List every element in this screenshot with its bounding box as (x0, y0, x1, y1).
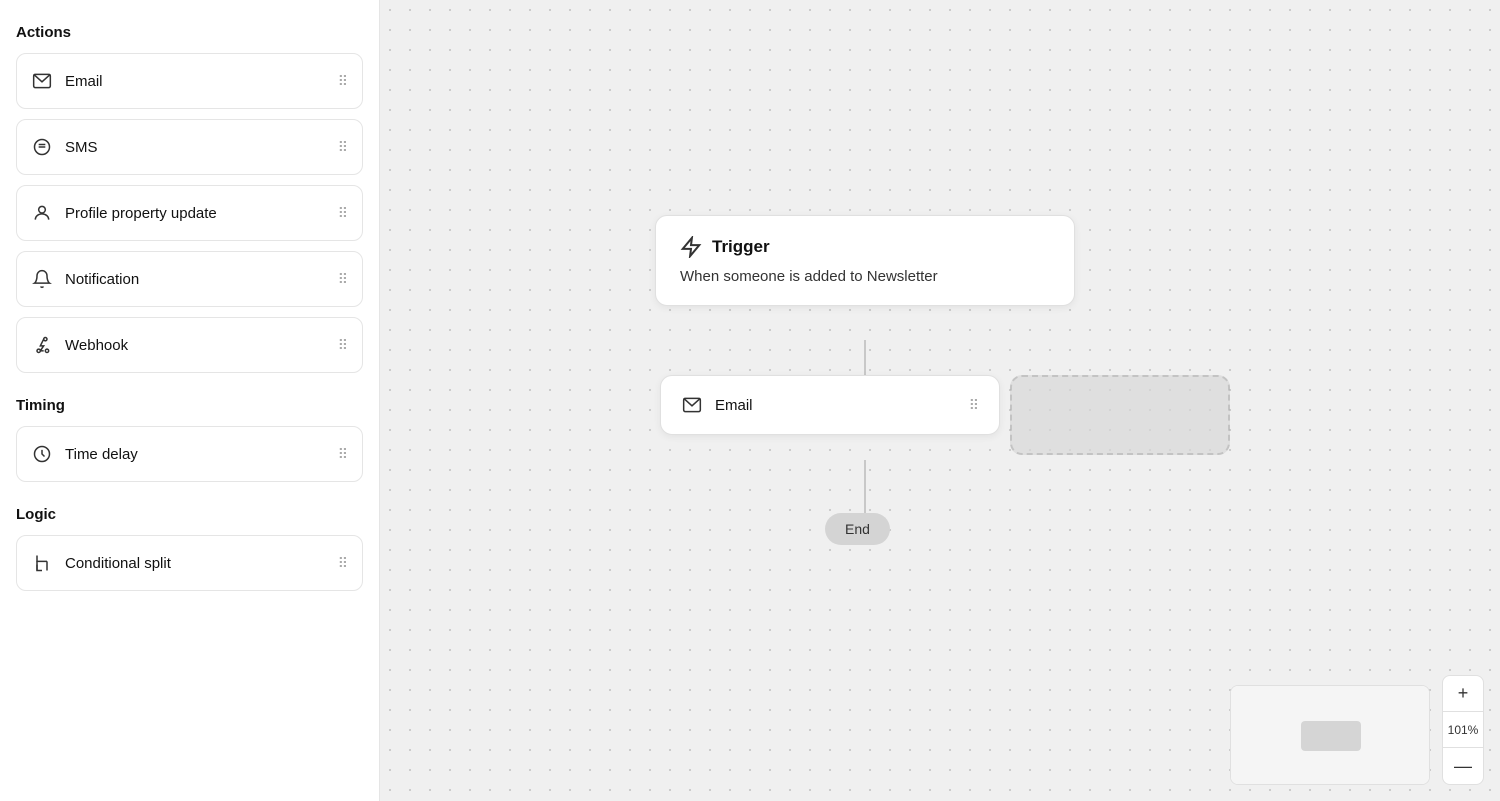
zoom-out-button[interactable]: — (1443, 748, 1483, 784)
sms-label: SMS (65, 139, 98, 156)
time-delay-label: Time delay (65, 446, 138, 463)
sidebar-item-profile-property-update[interactable]: Profile property update ⠿ (16, 185, 363, 241)
trigger-node[interactable]: Trigger When someone is added to Newslet… (655, 215, 1075, 306)
email-canvas-label: Email (715, 397, 753, 414)
webhook-icon (31, 334, 53, 356)
zoom-in-button[interactable]: + (1443, 676, 1483, 712)
end-node: End (825, 513, 890, 545)
action-item-left: SMS (31, 136, 98, 158)
drag-handle-email[interactable]: ⠿ (338, 73, 348, 90)
email-icon (31, 70, 53, 92)
zoom-level: 101% (1443, 712, 1483, 748)
email-node-left: Email (681, 394, 753, 416)
email-canvas-icon (681, 394, 703, 416)
connector-email-end (864, 460, 866, 515)
webhook-label: Webhook (65, 337, 128, 354)
action-item-left: Profile property update (31, 202, 217, 224)
trigger-lightning-icon (680, 236, 702, 258)
zoom-controls[interactable]: + 101% — (1442, 675, 1484, 785)
logic-section-title: Logic (16, 506, 363, 523)
sidebar-item-webhook[interactable]: Webhook ⠿ (16, 317, 363, 373)
sidebar-item-notification[interactable]: Notification ⠿ (16, 251, 363, 307)
email-canvas-drag-handle[interactable]: ⠿ (969, 397, 979, 414)
drag-handle-conditional-split[interactable]: ⠿ (338, 555, 348, 572)
timing-section-title: Timing (16, 397, 363, 414)
conditional-split-label: Conditional split (65, 555, 171, 572)
email-label: Email (65, 73, 103, 90)
drag-handle-time-delay[interactable]: ⠿ (338, 446, 348, 463)
sms-icon (31, 136, 53, 158)
profile-property-update-label: Profile property update (65, 205, 217, 222)
split-icon (31, 552, 53, 574)
sidebar-item-sms[interactable]: SMS ⠿ (16, 119, 363, 175)
trigger-header: Trigger (680, 236, 1050, 258)
actions-section-title: Actions (16, 24, 363, 41)
clock-icon (31, 443, 53, 465)
ghost-node (1010, 375, 1230, 455)
workflow-canvas[interactable]: Trigger When someone is added to Newslet… (380, 0, 1500, 801)
action-item-left: Time delay (31, 443, 138, 465)
drag-handle-profile[interactable]: ⠿ (338, 205, 348, 222)
drag-handle-notification[interactable]: ⠿ (338, 271, 348, 288)
sidebar: Actions Email ⠿ SMS ⠿ (0, 0, 380, 801)
email-canvas-node[interactable]: Email ⠿ (660, 375, 1000, 435)
mini-map-content (1231, 686, 1429, 784)
drag-handle-webhook[interactable]: ⠿ (338, 337, 348, 354)
drag-handle-sms[interactable]: ⠿ (338, 139, 348, 156)
action-item-left: Conditional split (31, 552, 171, 574)
end-label: End (845, 521, 870, 537)
trigger-title: Trigger (712, 237, 770, 257)
mini-map (1230, 685, 1430, 785)
sidebar-item-time-delay[interactable]: Time delay ⠿ (16, 426, 363, 482)
sidebar-item-conditional-split[interactable]: Conditional split ⠿ (16, 535, 363, 591)
sidebar-item-email[interactable]: Email ⠿ (16, 53, 363, 109)
connector-trigger-email (864, 340, 866, 375)
action-item-left: Webhook (31, 334, 128, 356)
profile-icon (31, 202, 53, 224)
notification-icon (31, 268, 53, 290)
notification-label: Notification (65, 271, 139, 288)
trigger-subtitle: When someone is added to Newsletter (680, 268, 1050, 285)
action-item-left: Notification (31, 268, 139, 290)
action-item-left: Email (31, 70, 103, 92)
mini-map-thumb (1301, 721, 1361, 751)
